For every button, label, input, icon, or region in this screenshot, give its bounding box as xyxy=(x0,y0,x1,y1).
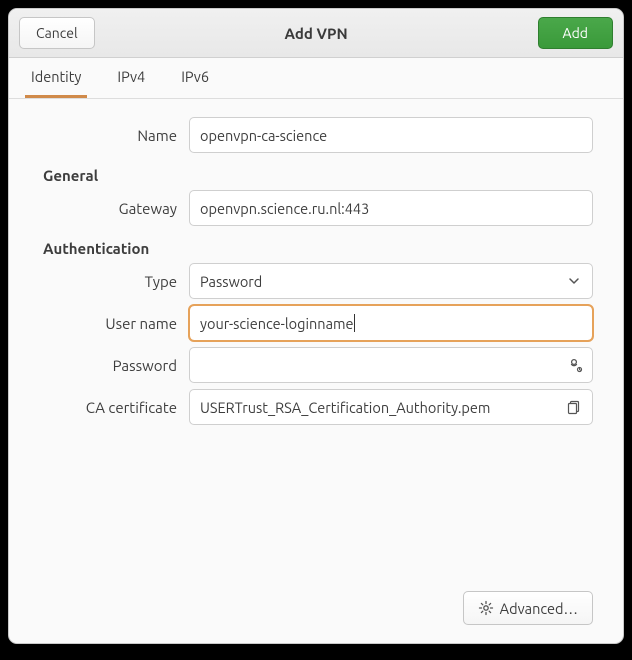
ca-row: CA certificate USERTrust_RSA_Certificati… xyxy=(39,389,593,425)
ca-value: USERTrust_RSA_Certification_Authority.pe… xyxy=(200,399,490,416)
headerbar: Cancel Add VPN Add xyxy=(9,9,623,58)
gear-icon xyxy=(478,600,494,616)
name-input[interactable]: openvpn-ca-science xyxy=(189,117,593,153)
type-select[interactable]: Password xyxy=(189,263,593,299)
ca-file-chooser[interactable]: USERTrust_RSA_Certification_Authority.pe… xyxy=(189,389,593,425)
tab-ipv4[interactable]: IPv4 xyxy=(111,58,151,98)
password-row: Password xyxy=(39,347,593,383)
add-vpn-window: Cancel Add VPN Add Identity IPv4 IPv6 Na… xyxy=(8,8,624,644)
password-input[interactable] xyxy=(189,347,593,383)
advanced-button[interactable]: Advanced… xyxy=(463,591,593,625)
cancel-button[interactable]: Cancel xyxy=(19,17,95,49)
advanced-label: Advanced… xyxy=(500,600,578,617)
username-input[interactable]: your-science-loginname xyxy=(189,305,593,341)
type-label: Type xyxy=(39,273,189,290)
add-button[interactable]: Add xyxy=(538,17,613,49)
gateway-row: Gateway openvpn.science.ru.nl:443 xyxy=(39,190,593,226)
type-row: Type Password xyxy=(39,263,593,299)
username-row: User name your-science-loginname xyxy=(39,305,593,341)
gateway-value: openvpn.science.ru.nl:443 xyxy=(200,200,369,217)
identity-pane: Name openvpn-ca-science General Gateway … xyxy=(9,99,623,587)
password-store-icon[interactable] xyxy=(567,357,583,373)
auth-section-header: Authentication xyxy=(43,240,593,257)
footer: Advanced… xyxy=(9,587,623,643)
password-label: Password xyxy=(39,357,189,374)
tab-bar: Identity IPv4 IPv6 xyxy=(9,58,623,99)
name-label: Name xyxy=(39,127,189,144)
text-cursor xyxy=(354,314,355,332)
ca-label: CA certificate xyxy=(39,399,189,416)
type-value: Password xyxy=(200,273,262,290)
tab-identity[interactable]: Identity xyxy=(25,58,87,98)
gateway-input[interactable]: openvpn.science.ru.nl:443 xyxy=(189,190,593,226)
username-label: User name xyxy=(39,315,189,332)
file-open-icon xyxy=(566,399,582,415)
chevron-down-icon xyxy=(566,273,582,289)
username-value: your-science-loginname xyxy=(200,315,354,332)
name-value: openvpn-ca-science xyxy=(200,127,327,144)
window-title: Add VPN xyxy=(285,25,348,42)
name-row: Name openvpn-ca-science xyxy=(39,117,593,153)
tab-ipv6[interactable]: IPv6 xyxy=(175,58,215,98)
general-section-header: General xyxy=(43,167,593,184)
gateway-label: Gateway xyxy=(39,200,189,217)
